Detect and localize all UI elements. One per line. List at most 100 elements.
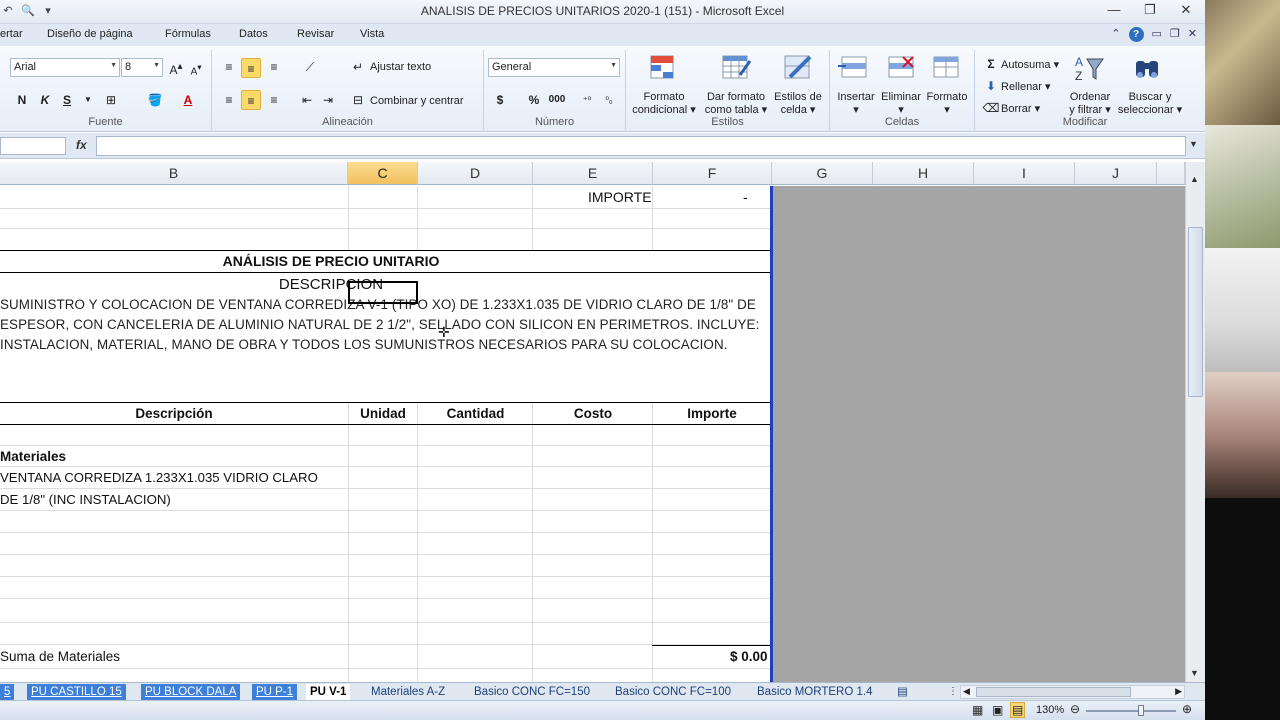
name-box[interactable]	[0, 137, 66, 155]
underline-button[interactable]: S	[57, 90, 77, 110]
sheet-tab-pu-v1[interactable]: PU V-1	[306, 684, 351, 700]
insert-cells-button[interactable]: Insertar ▾	[832, 91, 880, 117]
find-select-icon[interactable]	[1131, 53, 1163, 83]
zoom-level[interactable]: 130%	[1036, 704, 1064, 716]
borders-icon[interactable]: ⊞	[101, 90, 121, 110]
doc-close-button[interactable]: ✕	[1188, 27, 1197, 42]
font-name-select[interactable]: Arial ▼	[10, 58, 120, 77]
align-center-icon[interactable]: ≡	[241, 90, 261, 110]
autosum-icon[interactable]: Σ	[981, 54, 1001, 74]
vertical-scrollbar[interactable]: ▲ ▼	[1185, 162, 1205, 682]
column-header-f[interactable]: F	[653, 162, 772, 185]
align-top-icon[interactable]: ≡	[219, 57, 239, 77]
page-break-view-icon[interactable]: ▤	[1010, 702, 1026, 718]
new-sheet-icon[interactable]: ▤	[893, 684, 912, 700]
autosum-button[interactable]: Autosuma ▾	[1001, 58, 1059, 71]
currency-button[interactable]: $	[490, 90, 510, 110]
find-select-button[interactable]: Buscar y seleccionar ▾	[1115, 91, 1185, 117]
column-header-i[interactable]: I	[974, 162, 1075, 185]
merge-center-button[interactable]: Combinar y centrar	[370, 95, 464, 107]
shrink-font-icon[interactable]: A▾	[186, 57, 206, 77]
restore-button[interactable]: ❐	[1139, 2, 1161, 18]
cell-styles-button[interactable]: Estilos de celda ▾	[772, 91, 824, 117]
sheet-tab-pu-p1[interactable]: PU P-1	[252, 684, 298, 700]
merge-center-icon[interactable]: ⊟	[348, 90, 368, 110]
fill-color-icon[interactable]: 🪣	[145, 90, 165, 110]
wrap-text-button[interactable]: Ajustar texto	[370, 61, 431, 73]
formula-input[interactable]	[96, 136, 1186, 156]
fill-button[interactable]: Rellenar ▾	[1001, 80, 1051, 93]
conditional-format-icon[interactable]	[648, 53, 680, 83]
minimize-ribbon-icon[interactable]: ⌃	[1111, 27, 1120, 42]
clear-icon[interactable]: ⌫	[981, 98, 1001, 118]
decrease-decimal-icon[interactable]: ⁰₀	[599, 90, 619, 110]
column-header-j[interactable]: J	[1075, 162, 1157, 185]
zoom-slider[interactable]	[1086, 710, 1176, 712]
sheet-tab-pu-castillo[interactable]: PU CASTILLO 15	[27, 684, 126, 700]
horizontal-scrollbar[interactable]: ◀ ▶	[960, 685, 1185, 699]
underline-dropdown-icon[interactable]: ▼	[78, 90, 98, 110]
scroll-down-icon[interactable]: ▼	[1190, 668, 1199, 678]
horizontal-scroll-thumb[interactable]	[976, 687, 1131, 697]
minimize-button[interactable]: —	[1103, 2, 1125, 18]
close-button[interactable]: ✕	[1175, 2, 1197, 18]
sheet-tab-basico-conc-100[interactable]: Basico CONC FC=100	[611, 684, 735, 700]
format-cells-icon[interactable]	[930, 53, 962, 83]
active-cell-selection[interactable]	[348, 281, 418, 304]
expand-formula-icon[interactable]: ▼	[1189, 139, 1198, 149]
vertical-scroll-thumb[interactable]	[1188, 227, 1203, 397]
format-table-icon[interactable]	[720, 53, 752, 83]
italic-button[interactable]: K	[35, 90, 55, 110]
column-header-g[interactable]: G	[772, 162, 873, 185]
tab-datos[interactable]: Datos	[239, 28, 268, 40]
page-layout-view-icon[interactable]: ▣	[992, 703, 1003, 717]
percent-button[interactable]: %	[524, 90, 544, 110]
conditional-format-button[interactable]: Formato condicional ▾	[628, 91, 700, 117]
bold-button[interactable]: N	[12, 90, 32, 110]
sheet-tab-pu-block-dala[interactable]: PU BLOCK DALA	[141, 684, 241, 700]
grow-font-icon[interactable]: A▴	[166, 57, 186, 77]
sheet-tab-basico-conc-150[interactable]: Basico CONC FC=150	[470, 684, 594, 700]
tab-insertar[interactable]: ertar	[0, 28, 23, 40]
increase-indent-icon[interactable]: ⇥	[318, 90, 338, 110]
zoom-slider-thumb[interactable]	[1138, 705, 1144, 716]
column-header-e[interactable]: E	[533, 162, 653, 185]
increase-decimal-icon[interactable]: ⁺⁰	[577, 90, 597, 110]
font-color-icon[interactable]: A	[178, 90, 198, 110]
format-table-button[interactable]: Dar formato como tabla ▾	[700, 91, 772, 117]
orientation-icon[interactable]: ⟋	[300, 57, 320, 77]
scroll-up-icon[interactable]: ▲	[1190, 174, 1199, 184]
normal-view-icon[interactable]: ▦	[972, 703, 983, 717]
fill-icon[interactable]: ⬇	[981, 76, 1001, 96]
align-bottom-icon[interactable]: ≡	[264, 57, 284, 77]
sheet-tab-basico-mortero[interactable]: Basico MORTERO 1.4	[753, 684, 876, 700]
doc-restore-button[interactable]: ❐	[1170, 27, 1180, 42]
zoom-out-icon[interactable]: ⊖	[1070, 702, 1080, 716]
wrap-text-icon[interactable]: ↵	[348, 57, 368, 77]
clear-button[interactable]: Borrar ▾	[1001, 102, 1040, 115]
format-cells-button[interactable]: Formato ▾	[924, 91, 970, 117]
insert-function-button[interactable]: fx	[76, 138, 87, 152]
insert-cells-icon[interactable]	[838, 53, 870, 83]
tab-formulas[interactable]: Fórmulas	[165, 28, 211, 40]
help-icon[interactable]: ?	[1128, 27, 1144, 42]
column-header-b[interactable]: B	[0, 162, 348, 185]
align-middle-icon[interactable]: ≡	[241, 58, 261, 78]
scroll-right-icon[interactable]: ▶	[1175, 686, 1182, 697]
font-size-select[interactable]: 8 ▼	[121, 58, 163, 77]
doc-minimize-button[interactable]: ▭	[1152, 27, 1162, 42]
scroll-left-icon[interactable]: ◀	[963, 686, 970, 697]
number-format-select[interactable]: General ▼	[488, 58, 620, 77]
delete-cells-button[interactable]: Eliminar ▾	[878, 91, 924, 117]
thousands-button[interactable]: 000	[547, 90, 567, 110]
sheet-tab-materiales-az[interactable]: Materiales A-Z	[367, 684, 449, 700]
sort-filter-icon[interactable]: AZ	[1073, 53, 1105, 83]
sheet-tab-5[interactable]: 5	[0, 684, 15, 700]
column-header-h[interactable]: H	[873, 162, 974, 185]
column-header-c[interactable]: C	[348, 162, 418, 185]
decrease-indent-icon[interactable]: ⇤	[297, 90, 317, 110]
align-left-icon[interactable]: ≡	[219, 90, 239, 110]
zoom-in-icon[interactable]: ⊕	[1182, 702, 1192, 716]
tab-diseno-pagina[interactable]: Diseño de página	[47, 28, 133, 40]
cell-styles-icon[interactable]	[782, 53, 814, 83]
